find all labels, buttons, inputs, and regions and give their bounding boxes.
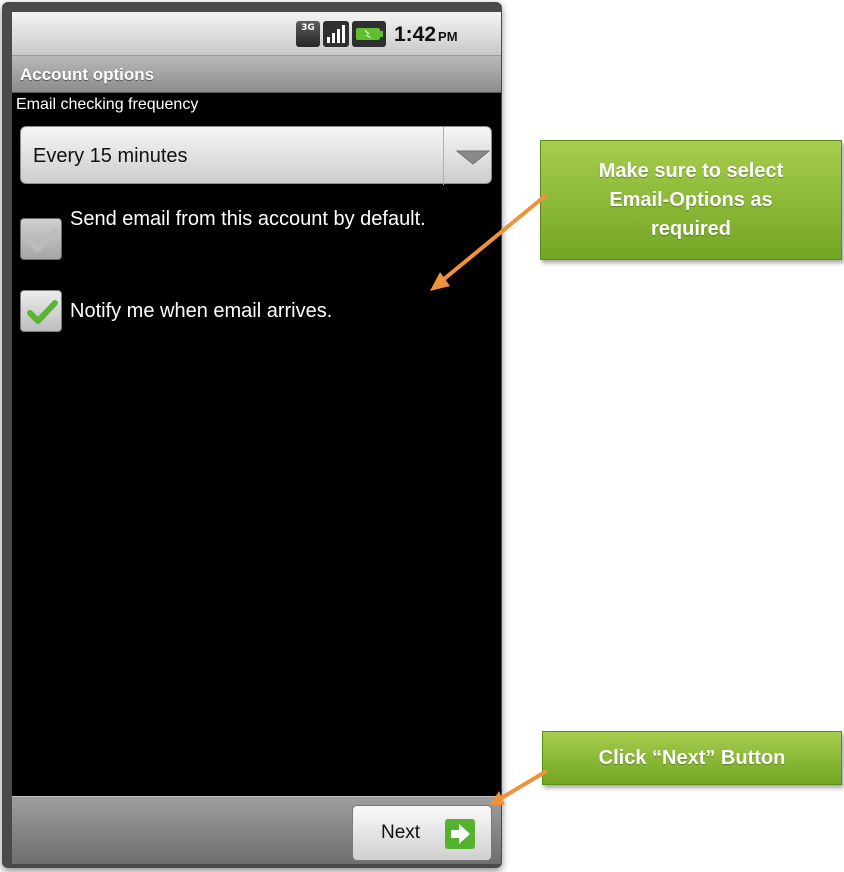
chevron-down-icon xyxy=(455,150,491,165)
callout-options-line: Email-Options as xyxy=(609,189,773,211)
callout-click-next: Click “Next” Button xyxy=(542,731,842,785)
clock: 1:42 PM xyxy=(394,22,458,48)
spinner-divider xyxy=(443,127,444,185)
page-title: Account options xyxy=(12,56,501,93)
frequency-selected-value: Every 15 minutes xyxy=(33,145,188,167)
next-button[interactable]: Next xyxy=(352,805,492,861)
status-bar: 3G 1:42 PM xyxy=(12,12,501,56)
clock-time: 1:42 xyxy=(394,23,437,46)
bottom-bar: Next xyxy=(12,796,501,864)
notify-option[interactable]: Notify me when email arrives. xyxy=(20,288,490,336)
next-button-label: Next xyxy=(381,822,421,843)
notify-checkbox[interactable] xyxy=(20,290,62,332)
default-account-checkbox[interactable] xyxy=(20,218,62,260)
notify-label: Notify me when email arrives. xyxy=(70,300,333,322)
3g-icon: 3G xyxy=(296,21,320,47)
phone-screen: 3G 1:42 PM Account options Email checking… xyxy=(12,12,501,864)
phone-frame: 3G 1:42 PM Account options Email checking… xyxy=(2,2,502,868)
signal-icon xyxy=(323,21,349,47)
network-badge: 3G xyxy=(301,23,315,33)
default-account-option[interactable]: Send email from this account by default. xyxy=(20,208,490,264)
callout-select-options: Make sure to select Email-Options as req… xyxy=(540,140,842,260)
checkmark-icon xyxy=(27,300,58,324)
callout-options-line: Make sure to select xyxy=(598,160,784,182)
callout-options-line: required xyxy=(650,218,732,240)
checkmark-disabled-icon xyxy=(27,228,58,252)
arrow-right-icon xyxy=(445,819,475,849)
clock-ampm: PM xyxy=(438,29,458,44)
frequency-spinner[interactable]: Every 15 minutes xyxy=(20,126,492,185)
frequency-label: Email checking frequency xyxy=(16,96,199,113)
default-account-label: Send email from this account by default. xyxy=(70,208,426,230)
battery-charging-icon xyxy=(352,21,386,47)
